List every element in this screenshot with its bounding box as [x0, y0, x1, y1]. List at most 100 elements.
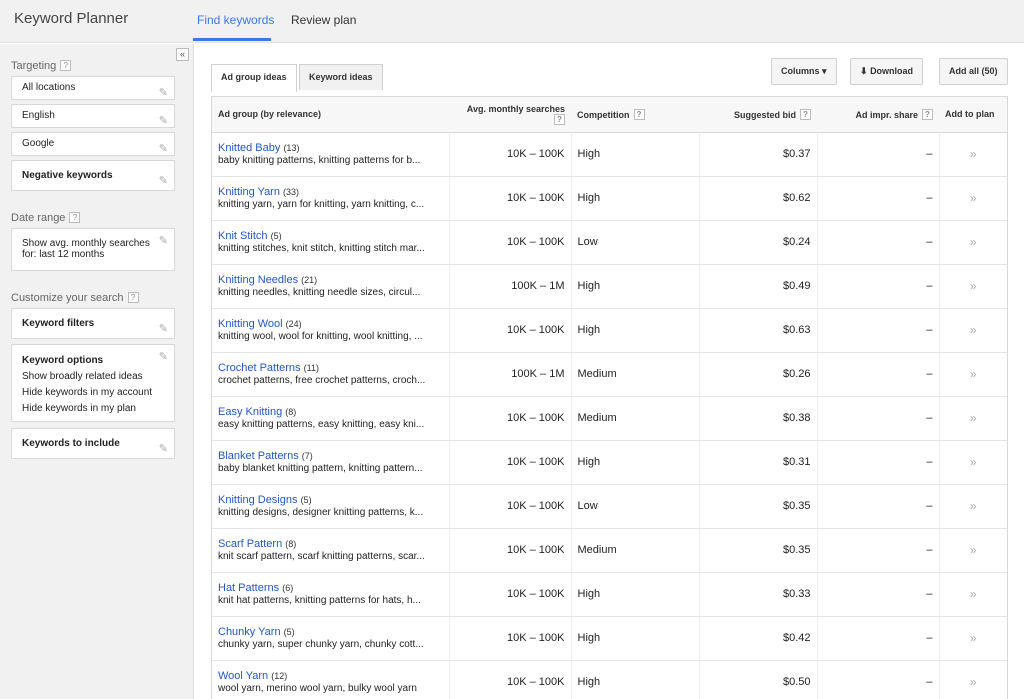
ad-group-cell: Knitting Needles (21) knitting needles, k… [212, 264, 450, 309]
competition-cell: Medium [571, 528, 700, 573]
help-icon[interactable]: ? [127, 292, 139, 303]
add-to-plan-icon[interactable]: » [970, 499, 977, 513]
columns-button[interactable]: Columns ▾ [771, 58, 837, 85]
ad-impr-share-cell: – [817, 352, 940, 397]
ad-group-link[interactable]: Chunky Yarn [218, 626, 281, 638]
ad-impr-share-cell: – [817, 616, 940, 661]
tab-review-plan[interactable]: Review plan [291, 13, 356, 27]
ad-impr-share-cell: – [817, 220, 940, 265]
add-to-plan-cell: » [939, 176, 1007, 221]
table-header-row: Ad group (by relevance) Avg. monthly sea… [212, 97, 1007, 133]
add-to-plan-icon[interactable]: » [970, 235, 977, 249]
ad-group-link[interactable]: Blanket Patterns [218, 450, 299, 462]
ad-impr-share-cell: – [817, 132, 940, 177]
table-row: Knitting Needles (21) knitting needles, k… [212, 264, 1007, 309]
ad-group-link[interactable]: Hat Patterns [218, 582, 279, 594]
ad-group-link[interactable]: Knitted Baby [218, 142, 280, 154]
pencil-icon[interactable]: ✎ [159, 138, 168, 160]
header-ad-impr-share[interactable]: Ad impr. share? [817, 97, 939, 133]
ad-group-cell: Knitting Designs (5) knitting designs, de… [212, 484, 450, 529]
table-row: Easy Knitting (8) easy knitting patterns,… [212, 396, 1007, 441]
table-row: Wool Yarn (12) wool yarn, merino wool yar… [212, 660, 1007, 699]
pencil-icon[interactable]: ✎ [159, 82, 168, 104]
suggested-bid-cell: $0.63 [699, 308, 818, 353]
add-to-plan-cell: » [939, 396, 1007, 441]
add-to-plan-icon[interactable]: » [970, 191, 977, 205]
avg-searches-cell: 10K – 100K [449, 484, 572, 529]
help-icon[interactable]: ? [60, 60, 72, 71]
ad-group-link[interactable]: Easy Knitting [218, 406, 282, 418]
competition-cell: High [571, 572, 700, 617]
tab-find-keywords[interactable]: Find keywords [197, 13, 274, 27]
keyword-count: (12) [271, 671, 288, 681]
header-avg-searches[interactable]: Avg. monthly searches? [449, 97, 571, 133]
download-button[interactable]: ⬇ Download [850, 58, 924, 85]
add-all-button[interactable]: Add all (50) [939, 58, 1008, 85]
pencil-icon[interactable]: ✎ [159, 110, 168, 132]
ad-group-link[interactable]: Knitting Yarn [218, 186, 280, 198]
help-icon[interactable]: ? [554, 113, 565, 125]
header-suggested-bid[interactable]: Suggested bid? [699, 97, 817, 133]
ad-group-link[interactable]: Knitting Designs [218, 494, 298, 506]
ad-group-link[interactable]: Crochet Patterns [218, 362, 301, 374]
avg-searches-cell: 10K – 100K [449, 528, 572, 573]
help-icon[interactable]: ? [69, 212, 81, 223]
add-to-plan-icon[interactable]: » [970, 323, 977, 337]
targeting-language[interactable]: English ✎ [11, 104, 175, 128]
keyword-list: baby knitting patterns, knitting pattern… [218, 155, 421, 166]
ad-impr-share-cell: – [817, 484, 940, 529]
table-row: Knitting Designs (5) knitting designs, de… [212, 484, 1007, 529]
pencil-icon[interactable]: ✎ [159, 314, 168, 344]
tab-ad-group-ideas[interactable]: Ad group ideas [211, 64, 297, 92]
ad-group-link[interactable]: Knit Stitch [218, 230, 268, 242]
pencil-icon[interactable]: ✎ [159, 434, 168, 464]
header-competition[interactable]: Competition? [571, 97, 699, 133]
add-to-plan-icon[interactable]: » [970, 587, 977, 601]
header-ad-group[interactable]: Ad group (by relevance) [212, 97, 449, 133]
add-to-plan-icon[interactable]: » [970, 543, 977, 557]
keyword-list: knitting stitches, knit stitch, knitting… [218, 243, 425, 254]
date-range-box[interactable]: Show avg. monthly searches for: last 12 … [11, 228, 175, 271]
add-to-plan-icon[interactable]: » [970, 279, 977, 293]
suggested-bid-cell: $0.42 [699, 616, 818, 661]
ad-group-cell: Easy Knitting (8) easy knitting patterns,… [212, 396, 450, 441]
avg-searches-cell: 10K – 100K [449, 220, 572, 265]
add-to-plan-icon[interactable]: » [970, 675, 977, 689]
add-to-plan-cell: » [939, 308, 1007, 353]
help-icon[interactable]: ? [922, 108, 933, 120]
pencil-icon[interactable]: ✎ [159, 234, 168, 247]
add-to-plan-cell: » [939, 616, 1007, 661]
add-to-plan-icon[interactable]: » [970, 411, 977, 425]
table-row: Scarf Pattern (8) knit scarf pattern, sca… [212, 528, 1007, 573]
targeting-negative-keywords[interactable]: Negative keywords ✎ [11, 160, 175, 191]
targeting-network[interactable]: Google ✎ [11, 132, 175, 156]
keyword-list: knitting yarn, yarn for knitting, yarn k… [218, 199, 425, 210]
add-to-plan-icon[interactable]: » [970, 631, 977, 645]
ad-impr-share-cell: – [817, 440, 940, 485]
collapse-sidebar-button[interactable]: « [176, 48, 189, 61]
ad-impr-share-cell: – [817, 396, 940, 441]
add-to-plan-icon[interactable]: » [970, 367, 977, 381]
ad-impr-share-cell: – [817, 660, 940, 699]
ad-group-cell: Knitted Baby (13) baby knitting patterns,… [212, 132, 450, 177]
ad-group-link[interactable]: Knitting Wool [218, 318, 283, 330]
ad-group-link[interactable]: Knitting Needles [218, 274, 298, 286]
app-title: Keyword Planner [14, 10, 129, 27]
chevron-down-icon: ▾ [822, 66, 827, 76]
competition-cell: Low [571, 220, 700, 265]
ad-group-link[interactable]: Wool Yarn [218, 670, 268, 682]
add-to-plan-icon[interactable]: » [970, 147, 977, 161]
pencil-icon[interactable]: ✎ [159, 166, 168, 196]
keyword-options-box[interactable]: Keyword options Show broadly related ide… [11, 344, 175, 422]
targeting-label: Targeting? [11, 60, 72, 72]
pencil-icon[interactable]: ✎ [159, 350, 168, 363]
help-icon[interactable]: ? [800, 108, 811, 120]
add-to-plan-icon[interactable]: » [970, 455, 977, 469]
targeting-locations[interactable]: All locations ✎ [11, 76, 175, 100]
keyword-filters-box[interactable]: Keyword filters ✎ [11, 308, 175, 339]
ad-group-link[interactable]: Scarf Pattern [218, 538, 282, 550]
keywords-to-include-box[interactable]: Keywords to include ✎ [11, 428, 175, 459]
ad-impr-share-cell: – [817, 528, 940, 573]
help-icon[interactable]: ? [633, 108, 645, 120]
tab-keyword-ideas[interactable]: Keyword ideas [299, 64, 383, 90]
